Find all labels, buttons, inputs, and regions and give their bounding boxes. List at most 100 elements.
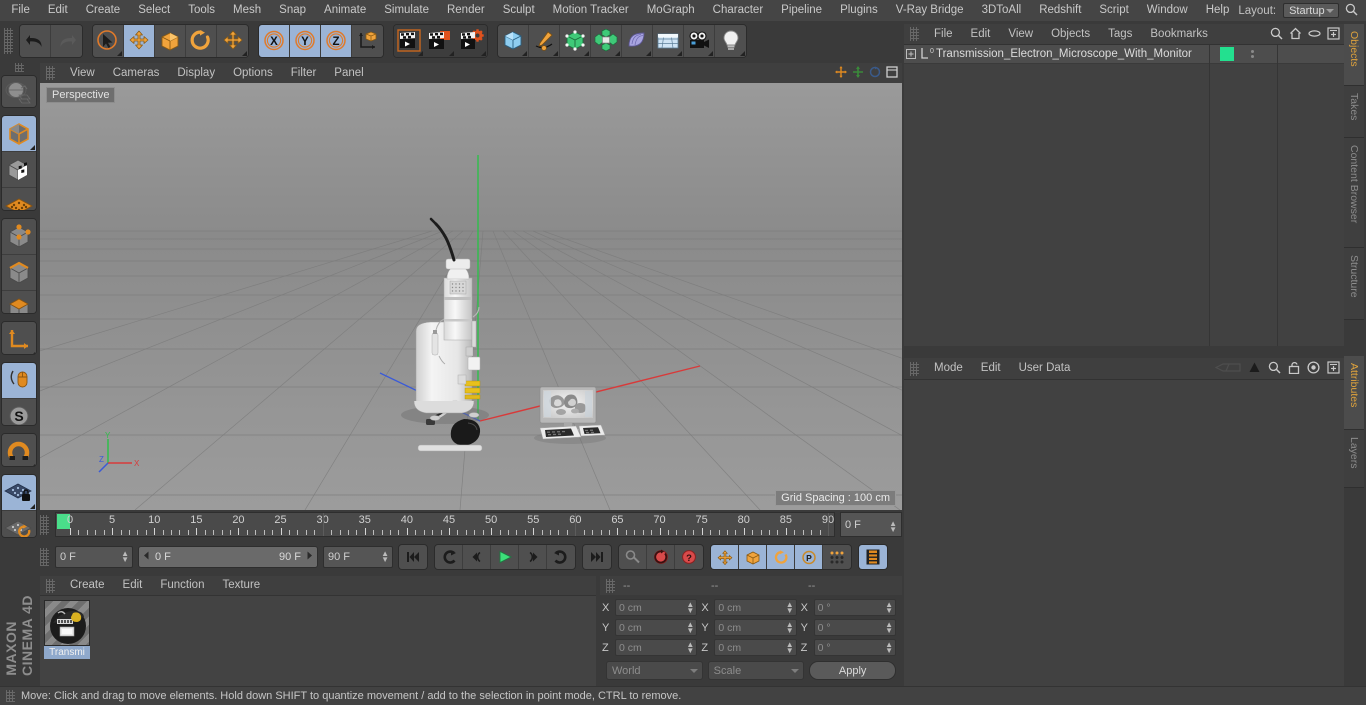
menu-item-script[interactable]: Script <box>1090 0 1137 21</box>
rotation-h-field[interactable]: 0 ° ▲ ▼ <box>813 599 896 616</box>
world-coordinates-button[interactable] <box>352 25 383 57</box>
rotate-tool-button[interactable] <box>186 25 217 57</box>
object-menu-tags[interactable]: Tags <box>1099 24 1141 44</box>
menu-item-help[interactable]: Help <box>1197 0 1239 21</box>
menu-item-mograph[interactable]: MoGraph <box>638 0 704 21</box>
animate-mode-button[interactable] <box>859 545 887 569</box>
object-menu-view[interactable]: View <box>999 24 1042 44</box>
material-grip[interactable] <box>46 578 55 593</box>
spinner-icon[interactable]: ▲ ▼ <box>885 601 893 615</box>
menu-item-window[interactable]: Window <box>1138 0 1197 21</box>
spinner-icon[interactable]: ▲ ▼ <box>686 621 694 635</box>
material-menu-create[interactable]: Create <box>61 576 114 595</box>
object-menu-objects[interactable]: Objects <box>1042 24 1099 44</box>
lock-workplane-button[interactable] <box>2 474 36 511</box>
light-button[interactable] <box>715 25 746 57</box>
y-axis-lock-button[interactable]: Y <box>290 25 321 57</box>
coordinate-mode-dropdown[interactable]: Scale <box>707 661 805 680</box>
expand-icon[interactable] <box>904 49 918 59</box>
add-icon[interactable] <box>1327 361 1340 377</box>
preview-range-bar[interactable]: 0 F 90 F <box>138 546 318 568</box>
pan-icon[interactable] <box>835 66 847 81</box>
menu-item-mesh[interactable]: Mesh <box>224 0 270 21</box>
lock-icon[interactable] <box>1288 361 1300 377</box>
attributes-menu-edit[interactable]: Edit <box>972 358 1010 379</box>
next-keyframe-button[interactable] <box>547 545 575 569</box>
menu-item-select[interactable]: Select <box>129 0 179 21</box>
generator-button[interactable] <box>560 25 591 57</box>
tab-takes[interactable]: Takes <box>1344 86 1364 138</box>
object-tree[interactable]: 0 Transmission_Electron_Microscope_With_… <box>904 44 1344 346</box>
environment-button[interactable] <box>653 25 684 57</box>
render-region-button[interactable] <box>425 25 456 57</box>
object-menu-edit[interactable]: Edit <box>962 24 1000 44</box>
spinner-icon[interactable]: ▲ ▼ <box>885 641 893 655</box>
size-z-field[interactable]: 0 cm ▲ ▼ <box>714 639 797 656</box>
rotation-b-field[interactable]: 0 ° ▲ ▼ <box>813 639 896 656</box>
menu-item-3dtoall[interactable]: 3DToAll <box>973 0 1031 21</box>
spinner-icon[interactable]: ▲ ▼ <box>686 601 694 615</box>
size-x-field[interactable]: 0 cm ▲ ▼ <box>714 599 797 616</box>
key-position-button[interactable] <box>711 545 739 569</box>
target-icon[interactable] <box>1307 361 1320 377</box>
previous-keyframe-button[interactable] <box>435 545 463 569</box>
object-grip[interactable] <box>910 27 919 41</box>
tab-content-browser[interactable]: Content Browser <box>1344 138 1364 248</box>
z-axis-lock-button[interactable]: Z <box>321 25 352 57</box>
scale-tool-button[interactable] <box>155 25 186 57</box>
material-menu-function[interactable]: Function <box>151 576 213 595</box>
material-item[interactable]: Transmi <box>44 600 90 659</box>
tab-layers[interactable]: Layers <box>1344 430 1364 488</box>
go-to-end-button[interactable] <box>583 545 611 569</box>
menu-item-simulate[interactable]: Simulate <box>375 0 438 21</box>
position-x-field[interactable]: 0 cm ▲ ▼ <box>615 599 698 616</box>
attributes-grip[interactable] <box>910 361 919 376</box>
left-toolbar-grip[interactable] <box>14 63 24 72</box>
menu-item-file[interactable]: File <box>2 0 39 21</box>
key-pla-button[interactable] <box>823 545 851 569</box>
tab-attributes[interactable]: Attributes <box>1344 356 1364 430</box>
maximize-icon[interactable] <box>886 66 898 81</box>
next-frame-button[interactable] <box>519 545 547 569</box>
enable-axis-modification-button[interactable] <box>2 322 36 354</box>
menu-item-tools[interactable]: Tools <box>179 0 224 21</box>
viewport-menu-view[interactable]: View <box>61 63 104 83</box>
viewport-menu-filter[interactable]: Filter <box>282 63 326 83</box>
range-right-arrow-icon[interactable] <box>305 551 314 563</box>
object-visibility-dots[interactable] <box>1245 50 1259 58</box>
menu-item-create[interactable]: Create <box>77 0 130 21</box>
viewport-solo-button[interactable] <box>2 362 36 399</box>
x-axis-lock-button[interactable]: X <box>259 25 290 57</box>
make-editable-button[interactable] <box>2 76 36 108</box>
size-y-field[interactable]: 0 cm ▲ ▼ <box>714 619 797 636</box>
magnet-button[interactable] <box>2 434 36 466</box>
menu-item-redshift[interactable]: Redshift <box>1030 0 1090 21</box>
position-y-field[interactable]: 0 cm ▲ ▼ <box>615 619 698 636</box>
autokeying-button[interactable] <box>647 545 675 569</box>
tab-structure[interactable]: Structure <box>1344 248 1364 320</box>
playback-grip[interactable] <box>40 548 49 566</box>
spinner-icon[interactable]: ▲ ▼ <box>121 550 129 564</box>
timeline-grip[interactable] <box>40 515 49 535</box>
play-button[interactable] <box>491 545 519 569</box>
coordinate-system-dropdown[interactable]: World <box>606 661 703 680</box>
rotation-p-field[interactable]: 0 ° ▲ ▼ <box>813 619 896 636</box>
add-layer-icon[interactable] <box>1327 27 1340 43</box>
render-settings-button[interactable] <box>456 25 487 57</box>
timeline-frame-field[interactable]: 0 F ▲ ▼ <box>840 512 902 537</box>
modeling-object-button[interactable] <box>591 25 622 57</box>
model-mode-button[interactable] <box>2 116 36 153</box>
move-tool-button[interactable] <box>124 25 155 57</box>
viewport-menu-options[interactable]: Options <box>224 63 282 83</box>
spinner-icon[interactable]: ▲ ▼ <box>786 621 794 635</box>
deformer-button[interactable] <box>622 25 653 57</box>
menu-item-plugins[interactable]: Plugins <box>831 0 887 21</box>
end-frame-field[interactable]: 90 F ▲ ▼ <box>323 546 393 568</box>
search-icon[interactable] <box>1270 27 1283 43</box>
move-alt-tool-button[interactable] <box>217 25 248 57</box>
material-thumbnail[interactable] <box>44 600 90 646</box>
viewport-menu-display[interactable]: Display <box>168 63 224 83</box>
tab-objects[interactable]: Objects <box>1344 24 1364 86</box>
viewport-canvas[interactable]: Perspective Grid Spacing : 100 cm Y X Z <box>40 83 902 510</box>
viewport-grip[interactable] <box>46 66 55 80</box>
